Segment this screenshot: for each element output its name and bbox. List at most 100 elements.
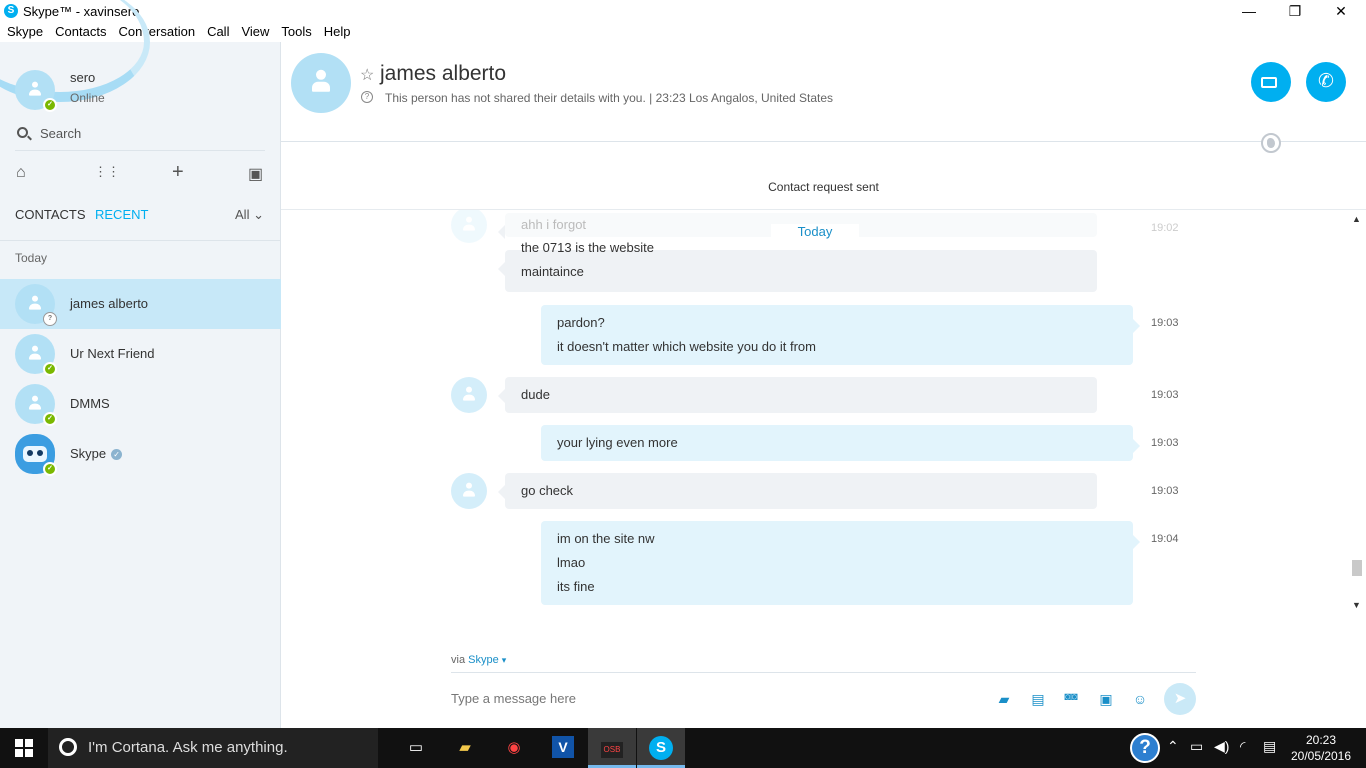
system-clock[interactable]: 20:23 20/05/2016 — [1290, 732, 1352, 764]
message-line: it doesn't matter which website you do i… — [557, 339, 816, 354]
phone-icon: ✆ — [1318, 71, 1334, 92]
message-time: 19:03 — [1151, 437, 1179, 449]
profile-avatar[interactable]: ✓ — [15, 70, 57, 112]
person-icon — [28, 81, 42, 96]
message-channel[interactable]: via Skype ▾ — [451, 654, 506, 666]
search-box[interactable]: Search — [15, 125, 265, 151]
online-status-icon: ✓ — [43, 462, 57, 476]
message-bubble[interactable]: pardon? it doesn't matter which website y… — [541, 305, 1140, 365]
person-icon — [28, 345, 42, 360]
message-time: 19:04 — [1151, 533, 1179, 545]
message-line: its fine — [557, 579, 595, 594]
chevron-down-icon: ▾ — [501, 655, 507, 665]
contact-request-notice: Contact request sent — [768, 180, 879, 194]
vegas-app-icon[interactable]: V — [539, 728, 587, 768]
home-icon[interactable]: ⌂ — [16, 164, 26, 182]
message-time: 19:03 — [1151, 485, 1179, 497]
bots-icon[interactable]: ▣ — [248, 164, 263, 184]
menu-tools[interactable]: Tools — [274, 22, 316, 42]
windows-taskbar: I'm Cortana. Ask me anything. ▭ ▰ ◉ V OS… — [0, 728, 1366, 768]
cortana-ring-icon — [59, 738, 77, 756]
task-view-icon[interactable]: ▭ — [392, 728, 440, 768]
contact-item[interactable]: ✓ Ur Next Friend — [0, 329, 281, 379]
skype-bot-icon: ✓ — [15, 434, 57, 476]
contact-avatar: ✓ — [15, 334, 57, 376]
clock-date: 20/05/2016 — [1290, 749, 1352, 763]
vegas-letter: V — [552, 736, 574, 758]
send-button[interactable]: ➤ — [1164, 683, 1196, 715]
send-photo-icon[interactable]: ▰ — [994, 691, 1014, 709]
help-icon[interactable]: ? — [1130, 733, 1160, 763]
send-file-icon[interactable]: ▤ — [1028, 691, 1048, 709]
battery-icon[interactable]: ▭ — [1190, 738, 1203, 755]
person-icon — [28, 395, 42, 410]
tab-contacts[interactable]: CONTACTS — [15, 207, 86, 222]
online-status-icon: ✓ — [43, 412, 57, 426]
contact-name: Ur Next Friend — [70, 346, 155, 361]
message-bubble[interactable]: go check — [498, 473, 1097, 509]
add-icon[interactable]: + — [172, 161, 184, 184]
title-bar: S Skype™ - xavinsero — ❐ ✕ — [0, 0, 1366, 22]
notifications-icon[interactable]: ▤ — [1263, 738, 1276, 755]
minimize-button[interactable]: — — [1226, 0, 1272, 22]
video-message-icon[interactable]: ◙◙ — [1061, 691, 1081, 709]
video-call-button[interactable] — [1251, 62, 1291, 102]
contact-tabs: CONTACTS RECENT All ⌄ — [15, 207, 267, 227]
close-button[interactable]: ✕ — [1318, 0, 1364, 22]
contact-item[interactable]: ? james alberto — [0, 279, 281, 329]
emoticon-icon[interactable]: ☺ — [1130, 691, 1150, 709]
menu-help[interactable]: Help — [317, 22, 356, 42]
audio-call-button[interactable]: ✆ — [1306, 62, 1346, 102]
wifi-icon[interactable]: ◜ — [1240, 738, 1245, 755]
bot-face-icon — [23, 446, 47, 462]
file-explorer-icon[interactable]: ▰ — [441, 728, 489, 768]
menu-view[interactable]: View — [234, 22, 274, 42]
message-bubble[interactable]: im on the site nw lmao its fine — [541, 521, 1140, 605]
conversation-title[interactable]: james alberto — [380, 62, 506, 86]
via-label: via — [451, 654, 466, 666]
composer-divider — [451, 672, 1196, 673]
filter-dropdown[interactable]: All ⌄ — [235, 207, 264, 223]
restore-button[interactable]: ❐ — [1272, 0, 1318, 22]
cortana-prompt: I'm Cortana. Ask me anything. — [88, 739, 288, 756]
tab-recent[interactable]: RECENT — [95, 207, 148, 222]
tray-chevron-icon[interactable]: ⌃ — [1167, 738, 1179, 755]
profile-status[interactable]: Online — [70, 91, 105, 105]
favorite-star-icon[interactable]: ☆ — [360, 65, 374, 85]
message-scrollbar[interactable]: ▲ ▼ — [1348, 210, 1366, 615]
dialpad-icon[interactable]: ⋮⋮ — [94, 164, 120, 180]
scroll-up-icon[interactable]: ▲ — [1352, 214, 1361, 224]
message-line: maintaince — [521, 264, 584, 279]
contact-item[interactable]: ✓ Skype ✓ — [0, 429, 281, 479]
message-composer: via Skype ▾ Type a message here ▰ ▤ ◙◙ ▣… — [281, 650, 1366, 728]
message-time: 19:03 — [1151, 389, 1179, 401]
chrome-icon[interactable]: ◉ — [490, 728, 538, 768]
tabs-divider — [0, 240, 281, 241]
message-list[interactable]: ahh i forgot 19:02 Today the 0713 is the… — [281, 210, 1348, 615]
contact-item[interactable]: ✓ DMMS — [0, 379, 281, 429]
message-input[interactable]: Type a message here — [451, 691, 576, 706]
profile-name[interactable]: sero — [70, 70, 95, 85]
windows-start-icon[interactable] — [15, 739, 33, 757]
message-bubble[interactable]: dude — [498, 377, 1097, 413]
scroll-down-icon[interactable]: ▼ — [1352, 600, 1361, 610]
menu-call[interactable]: Call — [200, 22, 234, 42]
translator-globe-icon[interactable] — [1261, 133, 1281, 153]
contact-card-icon[interactable]: ▣ — [1096, 691, 1116, 709]
message-bubble[interactable]: the 0713 is the website maintaince — [498, 240, 1097, 292]
skype-taskbar-icon[interactable]: S — [637, 728, 685, 768]
contact-avatar: ? — [15, 284, 57, 326]
skype-letter: S — [649, 736, 673, 760]
volume-icon[interactable]: ◀) — [1214, 738, 1229, 755]
message-bubble[interactable]: your lying even more — [541, 425, 1140, 461]
obs-label: OSB — [601, 742, 623, 758]
cortana-search[interactable]: I'm Cortana. Ask me anything. — [48, 728, 378, 768]
message-line: pardon? — [557, 315, 605, 330]
message-line: im on the site nw — [557, 531, 655, 546]
contact-name: DMMS — [70, 396, 110, 411]
scroll-thumb[interactable] — [1352, 560, 1362, 576]
verified-icon: ✓ — [111, 449, 123, 461]
contact-profile-avatar[interactable] — [291, 53, 351, 113]
obs-app-icon[interactable]: OSB — [588, 728, 636, 768]
contact-name: Skype ✓ — [70, 446, 123, 461]
